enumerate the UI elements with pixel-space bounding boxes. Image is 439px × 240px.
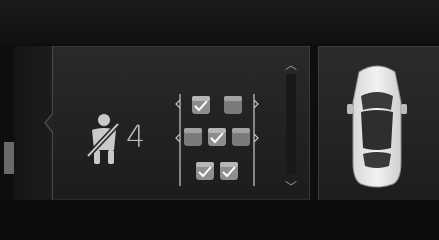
seat-row-3-right [220, 162, 238, 180]
seat-row-1-left [192, 96, 210, 114]
bottom-band [0, 200, 439, 240]
vehicle-status-screen: 4 ︿ ﹀ [0, 0, 439, 240]
panel-pointer-fill [46, 113, 54, 133]
seat-row-2-center [208, 128, 226, 146]
chevron-up-icon[interactable]: ︿ [282, 56, 300, 72]
unbuckled-count: 4 [126, 120, 146, 155]
scroll-track[interactable] [286, 74, 296, 174]
car-top-view-icon [347, 65, 407, 188]
seat-row-2-left [184, 128, 202, 146]
seat-map [175, 94, 259, 186]
seat-row-2-right [232, 128, 250, 146]
seatbelt-unbuckled-icon [86, 114, 120, 164]
scrollbar[interactable]: ︿ ﹀ [282, 56, 300, 196]
seat-row-1-right [224, 96, 242, 114]
chevron-down-icon[interactable]: ﹀ [282, 178, 300, 194]
top-band [0, 0, 439, 44]
seat-row-3-left [196, 162, 214, 180]
scroll-thumb[interactable] [4, 142, 14, 174]
